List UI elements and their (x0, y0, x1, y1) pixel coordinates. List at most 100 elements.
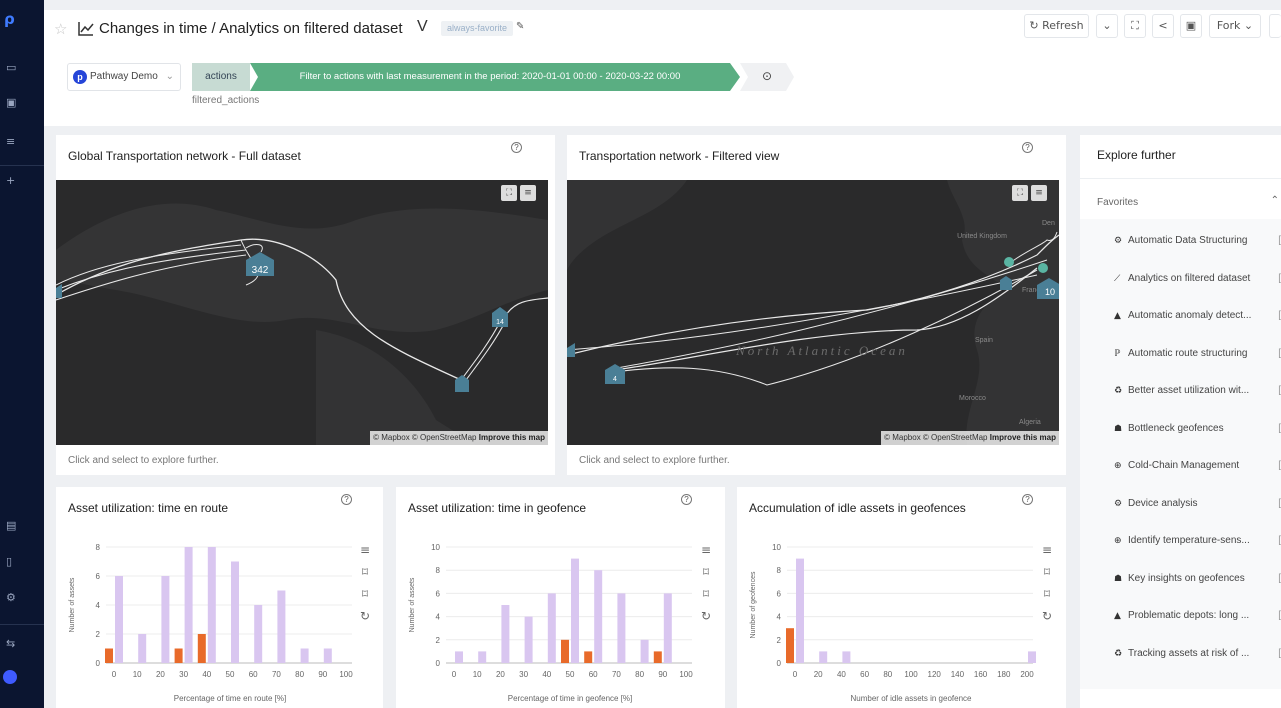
improve-map-link[interactable]: Improve this map (479, 433, 545, 442)
country-label: Den (1042, 220, 1055, 227)
edit-tag-icon[interactable]: ✎ (516, 21, 524, 32)
y-tick-label: 10 (431, 543, 440, 552)
warning-icon: ▲ (1114, 611, 1121, 621)
nav-divider (0, 624, 44, 625)
x-tick-label: 50 (566, 670, 575, 679)
menu-icon[interactable]: ≡ (1039, 539, 1055, 561)
favorite-item[interactable]: ⟋ Analytics on filtered dataset[ (1114, 273, 1281, 289)
refresh-button[interactable]: ↻ Refresh (1024, 14, 1089, 38)
favorite-item[interactable]: ♻ Better asset utilization wit...[ (1114, 385, 1281, 401)
menu-icon[interactable]: ≡ (1031, 185, 1047, 201)
chart-card-idle: Accumulation of idle assets in geofences… (737, 487, 1066, 708)
select-icon[interactable]: ⌑ (357, 561, 373, 583)
zoom-icon[interactable]: ⌑ (1039, 583, 1055, 605)
help-icon[interactable]: ? (511, 142, 522, 153)
favorite-star-icon[interactable]: ☆ (54, 20, 67, 38)
favorite-item[interactable]: ⚙ Automatic Data Structuring[ (1114, 235, 1281, 251)
favorite-item[interactable]: ☗ Key insights on geofences[ (1114, 573, 1281, 589)
image-icon[interactable]: ▣ (6, 97, 18, 109)
favorite-item[interactable]: ⊕ Identify temperature-sens...[ (1114, 535, 1281, 551)
favorite-item-label: Cold-Chain Management (1128, 460, 1240, 471)
reset-icon[interactable]: ↻ (698, 605, 714, 627)
chevron-up-icon[interactable]: ⌃ (1271, 195, 1279, 206)
y-tick-label: 0 (96, 659, 101, 668)
tag-badge: always-favorite (441, 21, 514, 36)
zoom-icon[interactable]: ⌑ (357, 583, 373, 605)
user-avatar[interactable] (3, 670, 17, 684)
x-tick-label: 0 (112, 670, 117, 679)
bar-total (571, 558, 579, 663)
y-tick-label: 6 (96, 572, 101, 581)
document-icon[interactable]: ▯ (6, 556, 18, 568)
menu-icon[interactable]: ≡ (357, 539, 373, 561)
bar-total (323, 648, 332, 663)
x-tick-label: 180 (997, 670, 1011, 679)
select-icon[interactable]: ⌑ (1039, 561, 1055, 583)
favorite-item-label: Better asset utilization wit... (1128, 385, 1250, 396)
monitor-icon[interactable]: ▭ (6, 62, 18, 74)
left-navigation: ρ ▭ ▣ ≡ + ▤ ▯ ⚙ ⇆ (0, 0, 44, 708)
map-full[interactable]: 342 14 ⛶ ≡ © Mapbox © OpenStreetMap Impr… (56, 180, 548, 445)
bar-chart: 02468100 20 40 60 80 100 120 140 160 180 200Number… (750, 543, 1036, 703)
help-icon[interactable]: ? (681, 494, 692, 505)
fullscreen-icon[interactable]: ⛶ (501, 185, 517, 201)
fullscreen-icon[interactable]: ⛶ (1012, 185, 1028, 201)
favorite-item[interactable]: ♻ Tracking assets at risk of ...[ (1114, 648, 1281, 664)
y-tick-label: 0 (777, 659, 782, 668)
map-marker-icon: ☗ (1114, 573, 1123, 584)
favorite-item[interactable]: ▲ Problematic depots: long ...[ (1114, 610, 1281, 626)
version-dropdown-icon[interactable]: V (417, 18, 428, 36)
thermometer-icon: ⊕ (1114, 536, 1122, 546)
improve-map-link[interactable]: Improve this map (990, 433, 1056, 442)
list-icon[interactable]: ≡ (6, 136, 18, 148)
x-tick-label: 40 (202, 670, 211, 679)
plus-icon[interactable]: + (6, 175, 18, 187)
calendar-icon[interactable]: ▤ (6, 520, 18, 532)
settings-icon[interactable]: ⚙ (6, 592, 18, 604)
favorite-item-label: Identify temperature-sens... (1128, 535, 1250, 546)
swap-icon[interactable]: ⇆ (6, 638, 18, 650)
x-tick-label: 100 (339, 670, 353, 679)
fork-button[interactable]: Fork ⌄ (1209, 14, 1261, 38)
favorite-item[interactable]: ⚙ Device analysis[ (1114, 498, 1281, 514)
pipeline-add-step[interactable]: ⊙ (740, 63, 794, 91)
zoom-icon[interactable]: ⌑ (698, 583, 714, 605)
menu-icon[interactable]: ≡ (520, 185, 536, 201)
pathway-logo-icon[interactable]: ρ (4, 10, 18, 28)
share-button[interactable]: < (1152, 14, 1174, 38)
country-label: United Kingdom (957, 233, 1007, 240)
y-tick-label: 8 (777, 566, 782, 575)
location-marker[interactable] (1038, 263, 1048, 273)
favorite-item[interactable]: ℙ Automatic route structuring[ (1114, 348, 1281, 364)
location-marker[interactable] (1004, 257, 1014, 267)
datasource-selector[interactable]: p Pathway Demo ⌄ (67, 63, 181, 91)
bar-total (115, 576, 123, 663)
favorite-item-label: Automatic route structuring (1128, 347, 1248, 359)
x-tick-label: 60 (860, 670, 869, 679)
bar-filtered (584, 651, 593, 663)
pipeline-step-filter[interactable]: Filter to actions with last measurement … (250, 63, 740, 91)
refresh-options-button[interactable]: ⌄ (1096, 14, 1118, 38)
menu-icon[interactable]: ≡ (698, 539, 714, 561)
cluster-count: 14 (496, 319, 504, 326)
select-icon[interactable]: ⌑ (698, 561, 714, 583)
y-tick-label: 2 (436, 636, 441, 645)
help-icon[interactable]: ? (1022, 494, 1033, 505)
favorite-item[interactable]: ▲ Automatic anomaly detect...[ (1114, 310, 1281, 326)
pipeline-step-actions[interactable]: actions (192, 63, 250, 91)
favorite-item[interactable]: ☗ Bottleneck geofences[ (1114, 423, 1281, 439)
fullscreen-button[interactable]: ⛶ (1124, 14, 1146, 38)
favorites-label[interactable]: Favorites (1097, 197, 1138, 208)
more-button[interactable] (1269, 14, 1281, 38)
line-chart-icon: ⟋ (1114, 273, 1121, 284)
reset-icon[interactable]: ↻ (357, 605, 373, 627)
help-icon[interactable]: ? (1022, 142, 1033, 153)
help-icon[interactable]: ? (341, 494, 352, 505)
y-tick-label: 2 (777, 636, 782, 645)
map-filtered[interactable]: United Kingdom France Spain Morocco Alge… (567, 180, 1059, 445)
reset-icon[interactable]: ↻ (1039, 605, 1055, 627)
y-axis-label: Number of assets (69, 577, 76, 632)
attribution-text: © Mapbox © OpenStreetMap (884, 433, 988, 442)
favorite-item[interactable]: ⊕ Cold-Chain Management[ (1114, 460, 1281, 476)
save-button[interactable]: ▣ (1180, 14, 1202, 38)
